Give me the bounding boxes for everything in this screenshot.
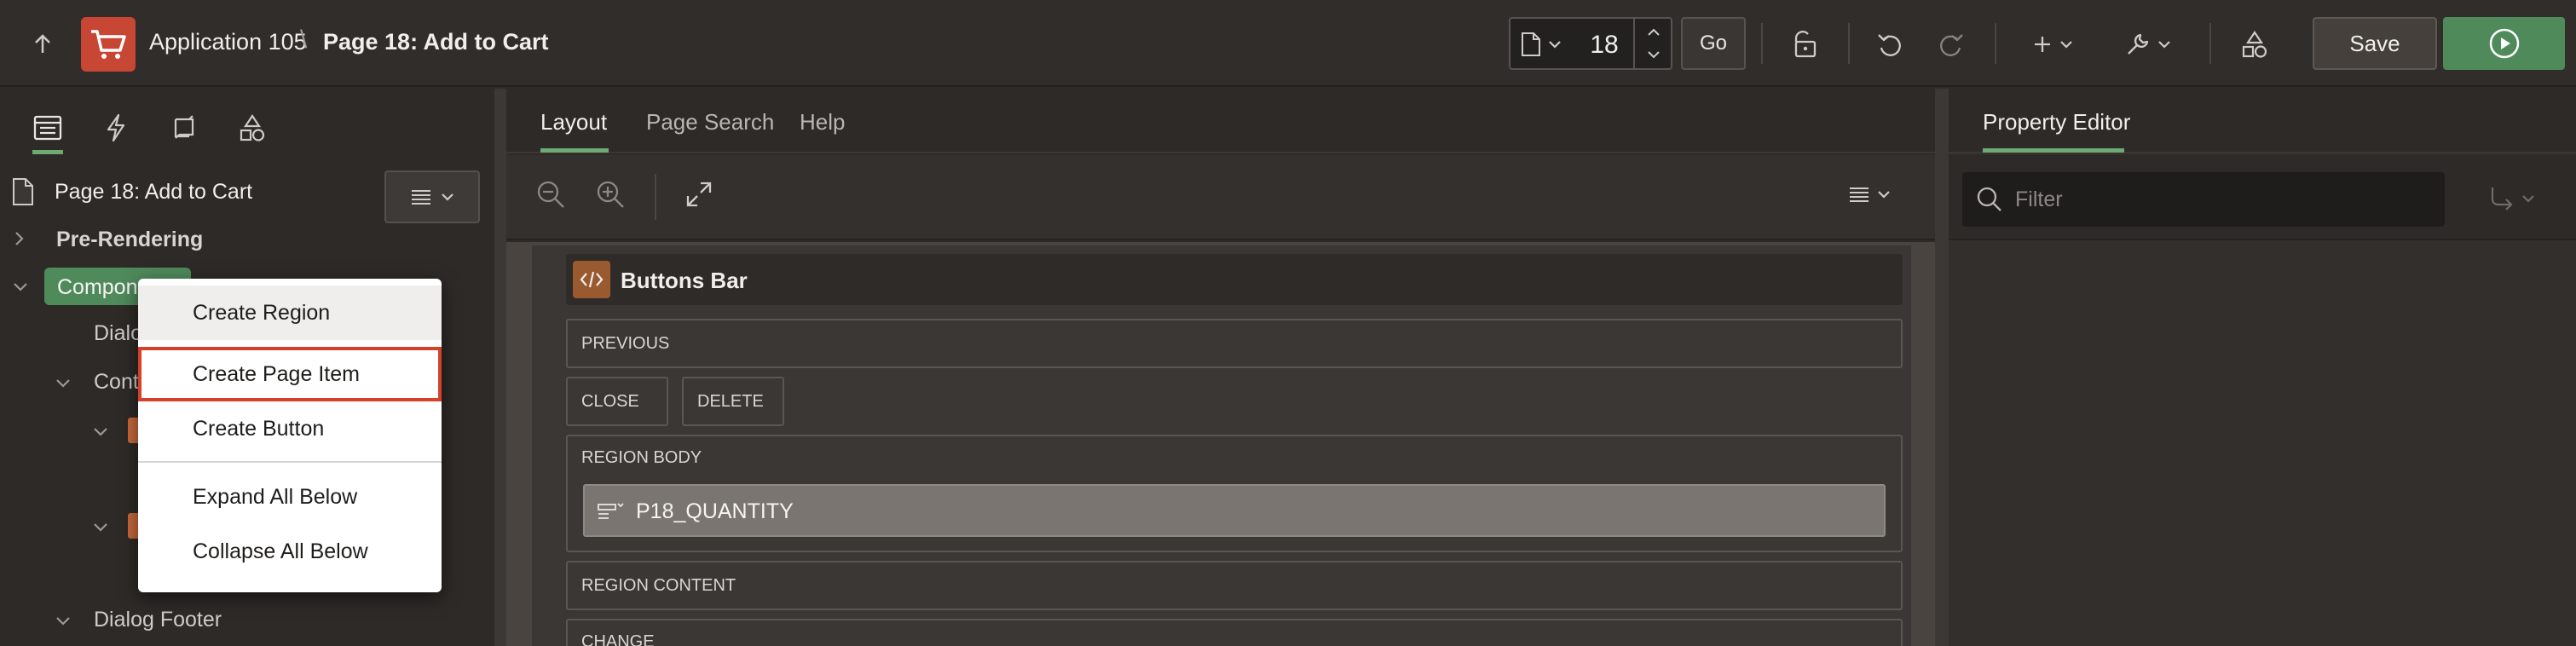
tree-root-page[interactable]: Page 18: Add to Cart (55, 180, 252, 205)
zoom-out-icon[interactable] (535, 179, 566, 210)
active-tab-indicator (1983, 148, 2124, 153)
zoom-in-icon[interactable] (595, 179, 626, 210)
layout-canvas[interactable]: Buttons Bar PREVIOUS CLOSE DELETE REGION… (506, 242, 1935, 646)
app-header: Application 105 \ Page 18: Add to Cart 1… (0, 0, 2576, 87)
redo-icon[interactable] (1928, 24, 1974, 65)
tab-page-search[interactable]: Page Search (646, 109, 774, 136)
tree-node-dialog-header[interactable]: Dialo (94, 321, 142, 346)
tree-node-dialog-footer[interactable]: Dialog Footer (94, 608, 222, 632)
chevron-down-icon[interactable] (12, 281, 29, 293)
undo-icon[interactable] (1867, 24, 1913, 65)
chevron-down-icon[interactable] (92, 522, 109, 534)
run-button[interactable] (2443, 17, 2565, 70)
center-tab-bar: Layout Page Search Help (506, 89, 1935, 153)
region-header-buttons-bar[interactable]: Buttons Bar (566, 254, 1903, 305)
go-button[interactable]: Go (1681, 17, 1746, 70)
utilities-wrench-icon[interactable] (2117, 24, 2179, 65)
search-icon (1976, 186, 2003, 213)
toolbar-divider (2209, 23, 2211, 64)
panel-splitter[interactable] (1935, 89, 1949, 646)
active-tab-indicator (540, 148, 609, 153)
property-toolbar (1949, 155, 2576, 240)
filter-input[interactable] (2015, 184, 2424, 215)
page-item-label: P18_QUANTITY (636, 499, 794, 523)
go-to-group-icon[interactable] (2489, 186, 2535, 211)
slot-region-body[interactable]: REGION BODY P18_QUANTITY (566, 435, 1903, 552)
page-icon (12, 177, 34, 206)
menu-divider (138, 461, 442, 463)
shared-components-icon[interactable] (2232, 24, 2278, 65)
tree-node-content[interactable]: Cont (94, 370, 139, 395)
tab-layout[interactable]: Layout (540, 109, 607, 136)
toolbar-divider (1761, 23, 1763, 64)
expand-icon[interactable] (685, 181, 713, 208)
filter-field[interactable] (1962, 172, 2445, 227)
slot-change[interactable]: CHANGE (566, 619, 1903, 646)
menu-item-create-region[interactable]: Create Region (138, 286, 442, 340)
up-arrow-icon[interactable] (22, 24, 63, 65)
shared-components-tab-icon[interactable] (227, 102, 278, 153)
region-title: Buttons Bar (621, 268, 748, 293)
tree-node-pre-rendering[interactable]: Pre-Rendering (56, 228, 203, 252)
page-number-input[interactable]: 18 (1579, 31, 1630, 60)
play-icon (2489, 28, 2519, 59)
processing-icon[interactable] (159, 102, 210, 153)
add-create-icon[interactable] (2022, 24, 2083, 65)
menu-item-create-page-item[interactable]: Create Page Item (138, 347, 442, 401)
breadcrumb-separator: \ (300, 26, 308, 54)
menu-item-create-button[interactable]: Create Button (138, 401, 442, 456)
layout-toolbar (506, 155, 1935, 240)
rendering-icon[interactable] (22, 102, 73, 153)
context-menu: Create Region Create Page Item Create Bu… (138, 279, 442, 592)
page-finder-icon[interactable] (1521, 31, 1568, 58)
page-item-p18-quantity[interactable]: P18_QUANTITY (583, 484, 1886, 537)
menu-icon (412, 190, 430, 205)
slot-region-body-label: REGION BODY (581, 448, 702, 467)
tab-property-editor[interactable]: Property Editor (1983, 109, 2130, 136)
toolbar-divider (1995, 23, 1996, 64)
chevron-right-icon[interactable] (14, 230, 26, 247)
tree-menu-button[interactable] (384, 170, 480, 223)
menu-item-collapse-all-below[interactable]: Collapse All Below (138, 524, 442, 579)
save-button[interactable]: Save (2313, 17, 2437, 70)
toolbar-divider (1848, 23, 1850, 64)
chevron-down-icon[interactable] (92, 426, 109, 438)
page-selector[interactable]: 18 (1509, 17, 1672, 70)
layout-menu-icon[interactable] (1848, 186, 1891, 203)
dynamic-actions-icon[interactable] (90, 102, 142, 153)
page-down-icon[interactable] (1640, 44, 1667, 65)
dialog-region: Buttons Bar PREVIOUS CLOSE DELETE REGION… (532, 245, 1911, 646)
property-editor-panel: Property Editor (1949, 89, 2576, 646)
layout-panel: Layout Page Search Help Buttons Bar PREV… (506, 89, 1935, 646)
tab-help[interactable]: Help (800, 109, 845, 136)
chevron-down-icon (442, 193, 453, 201)
chevron-down-icon[interactable] (55, 615, 72, 627)
page-up-icon[interactable] (1640, 22, 1667, 43)
slot-delete[interactable]: DELETE (682, 377, 784, 426)
toolbar-divider (655, 174, 656, 220)
select-list-icon (597, 499, 626, 523)
menu-item-expand-all-below[interactable]: Expand All Below (138, 470, 442, 524)
app-name-link[interactable]: Application 105 (149, 29, 307, 55)
chevron-down-icon[interactable] (55, 378, 72, 389)
code-icon (573, 261, 610, 298)
slot-region-content[interactable]: REGION CONTENT (566, 561, 1903, 610)
lock-icon[interactable] (1782, 24, 1828, 65)
right-tab-bar: Property Editor (1949, 89, 2576, 153)
panel-splitter[interactable] (494, 89, 506, 646)
page-title: Page 18: Add to Cart (323, 29, 549, 55)
slot-close[interactable]: CLOSE (566, 377, 668, 426)
cart-icon (81, 17, 136, 72)
slot-previous[interactable]: PREVIOUS (566, 319, 1903, 368)
active-tab-indicator (32, 150, 63, 154)
